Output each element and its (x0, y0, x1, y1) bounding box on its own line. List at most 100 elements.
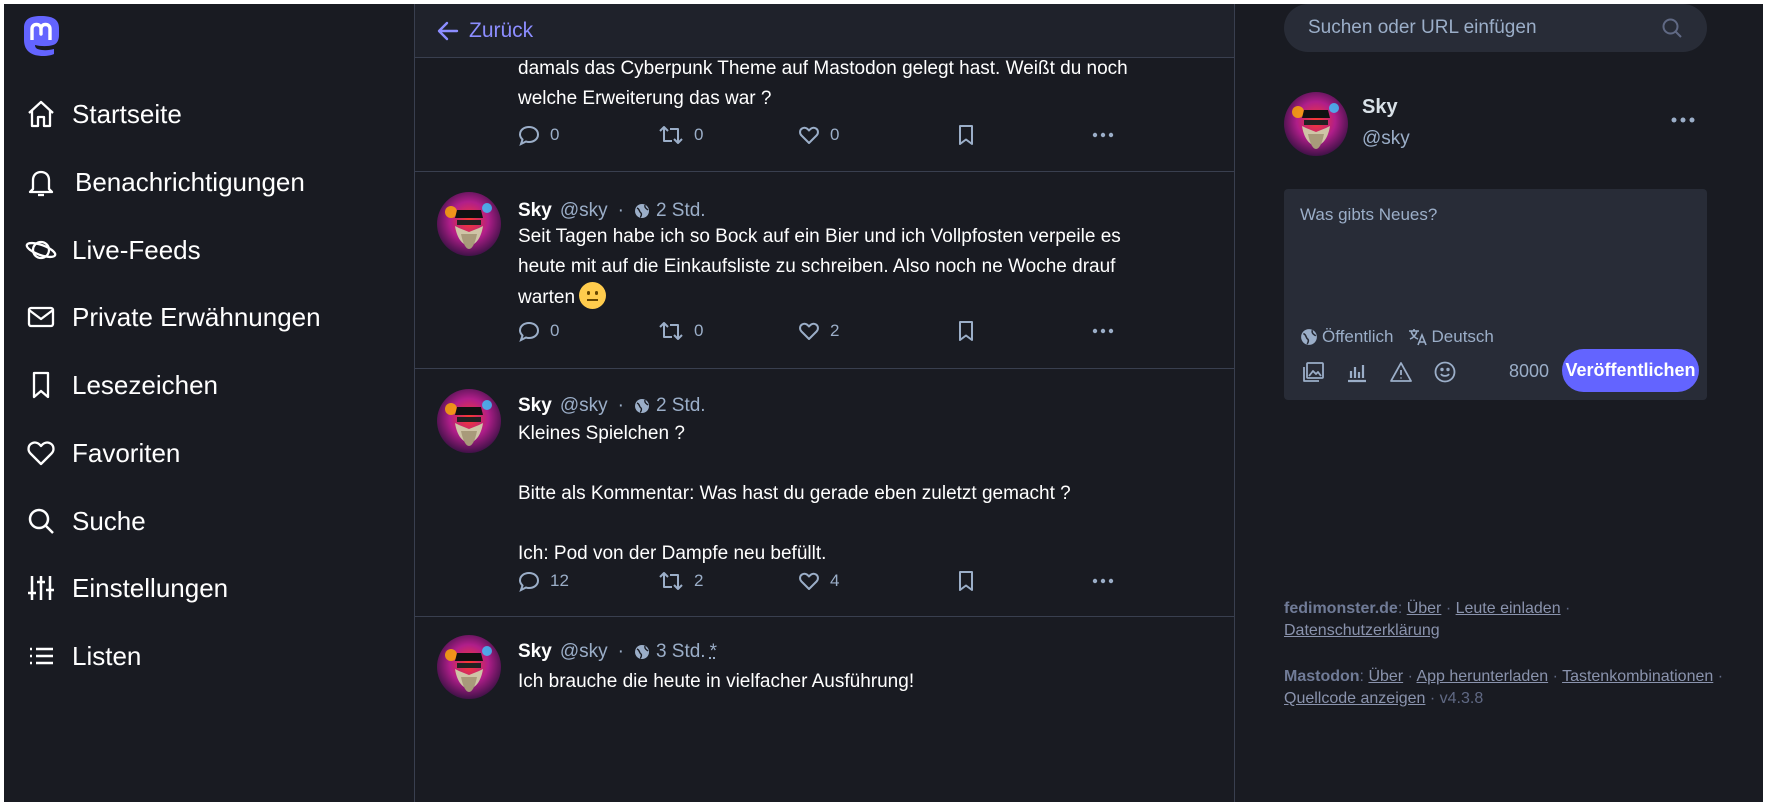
content-warning-button[interactable] (1388, 359, 1414, 385)
footer-link-source-code[interactable]: Quellcode anzeigen (1284, 690, 1425, 707)
nav-item-einstellungen[interactable]: Einstellungen (24, 568, 228, 608)
publish-button[interactable]: Veröffentlichen (1562, 349, 1699, 392)
globe-icon (1301, 329, 1317, 345)
nav-item-benachrichtigungen[interactable]: Benachrichtigungen (24, 162, 305, 202)
heart-icon (799, 322, 819, 340)
nav-item-label: Suche (72, 505, 146, 536)
emoji-picker-button[interactable] (1432, 359, 1458, 385)
nav-item-private-erwaehnungen[interactable]: Private Erwähnungen (24, 297, 321, 337)
server-name: fedimonster.de (1284, 600, 1398, 617)
nav-item-favoriten[interactable]: Favoriten (24, 433, 180, 473)
author-handle[interactable]: @sky (560, 395, 608, 417)
compose-textarea[interactable]: Was gibts Neues? (1300, 205, 1437, 225)
search-placeholder: Suchen oder URL einfügen (1308, 17, 1537, 38)
post-text-line: Kleines Spielchen ? (518, 423, 685, 444)
boost-button[interactable]: 0 (658, 316, 703, 346)
status-post[interactable]: Sky @sky · 3 Std. * Ich brauche die heut… (415, 617, 1234, 802)
post-header: Sky @sky · 3 Std. * (518, 641, 717, 663)
home-icon (24, 97, 58, 131)
compose-form: Was gibts Neues? Öffentlich Deutsch 8000… (1284, 189, 1707, 400)
avatar[interactable] (437, 389, 501, 453)
reply-button[interactable]: 0 (518, 316, 559, 346)
reply-all-icon (518, 571, 540, 592)
post-timestamp[interactable]: 2 Std. (656, 395, 706, 417)
search-icon[interactable] (1661, 17, 1683, 39)
own-display-name[interactable]: Sky (1362, 96, 1398, 119)
visibility-select[interactable]: Öffentlich (1300, 327, 1394, 347)
sliders-icon (24, 571, 58, 605)
nav-item-label: Listen (72, 640, 142, 671)
version-label: v4.3.8 (1439, 690, 1484, 707)
footer-link-get-app[interactable]: App herunterladen (1416, 668, 1548, 685)
reply-icon (518, 125, 540, 146)
avatar[interactable] (437, 635, 501, 699)
nav-item-live-feeds[interactable]: Live-Feeds (24, 230, 201, 270)
post-text-line: damals das Cyberpunk Theme auf Mastodon … (518, 58, 1128, 79)
author-name[interactable]: Sky (518, 200, 552, 222)
author-name[interactable]: Sky (518, 395, 552, 417)
back-button[interactable]: Zurück (415, 4, 1234, 58)
nav-item-label: Einstellungen (72, 572, 229, 603)
add-poll-button[interactable] (1344, 359, 1370, 385)
boost-button[interactable]: 0 (658, 120, 703, 150)
status-post[interactable]: Sky @sky · 2 Std. Seit Tagen habe ich so… (415, 172, 1234, 369)
post-timestamp[interactable]: 2 Std. (656, 200, 706, 222)
footer-link-shortcuts[interactable]: Tastenkombinationen (1562, 668, 1713, 685)
footer-link-about[interactable]: Über (1407, 600, 1442, 617)
post-text: warten (518, 287, 576, 308)
heart-icon (799, 126, 819, 144)
boost-button[interactable]: 2 (658, 566, 703, 596)
footer-link-privacy[interactable]: Datenschutzerklärung (1284, 622, 1440, 639)
author-name[interactable]: Sky (518, 641, 552, 663)
footer-link-invite[interactable]: Leute einladen (1456, 600, 1561, 617)
search-input[interactable]: Suchen oder URL einfügen (1284, 4, 1707, 52)
more-options-button[interactable] (1092, 566, 1114, 596)
add-media-button[interactable] (1300, 359, 1326, 385)
post-timestamp[interactable]: 3 Std. (656, 641, 706, 663)
language-select[interactable]: Deutsch (1408, 327, 1494, 347)
more-options-button[interactable] (1092, 316, 1114, 346)
reply-button[interactable]: 12 (518, 566, 569, 596)
author-handle[interactable]: @sky (560, 641, 608, 663)
heart-icon (799, 572, 819, 590)
own-avatar[interactable] (1284, 92, 1348, 156)
author-handle[interactable]: @sky (560, 200, 608, 222)
reply-count: 12 (550, 571, 569, 590)
nav-item-startseite[interactable]: Startseite (24, 94, 182, 134)
separator-dot: · (617, 395, 624, 416)
bookmark-button[interactable] (955, 316, 977, 346)
nav-item-label: Live-Feeds (72, 234, 201, 265)
boost-count: 0 (694, 125, 704, 144)
globe-icon (634, 645, 649, 659)
reply-button[interactable]: 0 (518, 120, 559, 150)
main-navigation: Startseite Benachrichtigungen Live-Feeds… (4, 4, 414, 802)
envelope-icon (24, 300, 58, 334)
more-options-button[interactable] (1092, 120, 1114, 150)
bookmark-button[interactable] (955, 566, 977, 596)
language-label: Deutsch (1431, 327, 1494, 346)
mastodon-logo-icon[interactable] (21, 14, 61, 58)
own-handle[interactable]: @sky (1362, 128, 1410, 150)
nav-item-listen[interactable]: Listen (24, 636, 141, 676)
arrow-left-icon (437, 21, 459, 40)
nav-item-lesezeichen[interactable]: Lesezeichen (24, 365, 218, 405)
ellipsis-icon[interactable] (1668, 110, 1698, 130)
server-footer-links: fedimonster.de: Über · Leute einladen · … (1284, 600, 1571, 639)
favourite-button[interactable]: 4 (798, 566, 839, 596)
avatar[interactable] (437, 192, 501, 256)
post-content: Kleines Spielchen ? Bitte als Kommentar:… (518, 419, 1198, 569)
post-actions: 0 0 0 (518, 120, 1218, 150)
bookmark-icon (959, 321, 973, 341)
favourite-button[interactable]: 2 (798, 316, 839, 346)
status-post[interactable]: Sky @sky · 2 Std. Kleines Spielchen ? Bi… (415, 369, 1234, 617)
favourite-button[interactable]: 0 (798, 120, 839, 150)
bookmark-button[interactable] (955, 120, 977, 150)
bookmark-icon (24, 368, 58, 402)
post-content: Seit Tagen habe ich so Bock auf ein Bier… (518, 222, 1198, 313)
bookmark-icon (959, 571, 973, 591)
edited-mark[interactable]: * (710, 641, 717, 663)
nav-item-suche[interactable]: Suche (24, 501, 146, 541)
bell-icon (24, 165, 58, 199)
footer-link-about-mastodon[interactable]: Über (1368, 668, 1403, 685)
list-icon (24, 639, 58, 673)
